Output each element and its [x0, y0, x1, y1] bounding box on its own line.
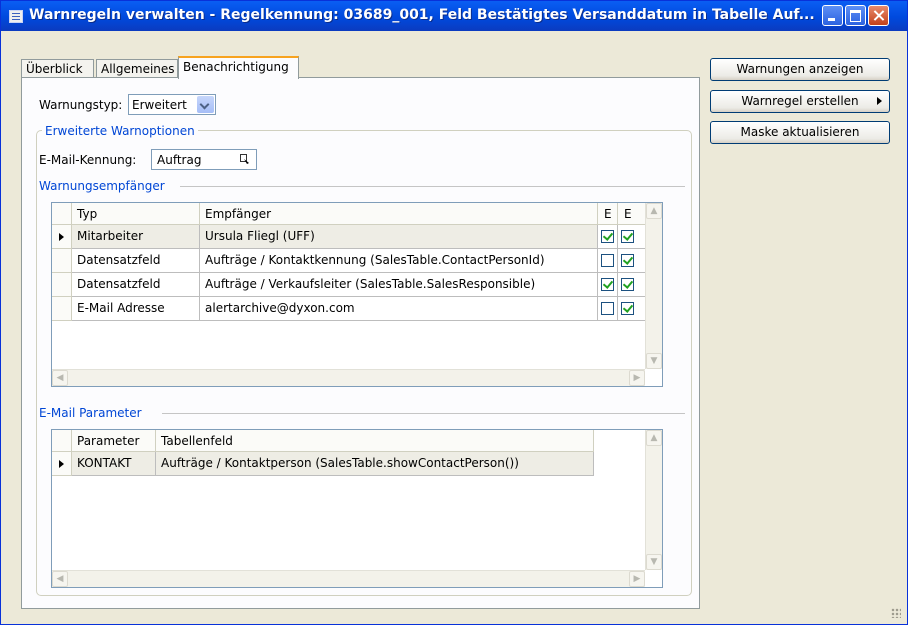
row-header	[52, 452, 72, 476]
warnungsempfaenger-divider	[180, 186, 685, 187]
checkbox-icon[interactable]	[601, 230, 614, 243]
cell-e2	[618, 273, 646, 297]
row-pointer-icon	[59, 233, 64, 241]
row-header	[52, 273, 72, 297]
cell-empfaenger[interactable]: Aufträge / Kontaktkennung (SalesTable.Co…	[200, 249, 598, 273]
resize-grip-icon[interactable]	[891, 608, 901, 618]
scroll-right-icon[interactable]: ▶	[629, 571, 645, 587]
row-header	[52, 297, 72, 321]
scroll-up-icon[interactable]: ▲	[646, 430, 662, 446]
cell-empfaenger[interactable]: Aufträge / Verkaufsleiter (SalesTable.Sa…	[200, 273, 598, 297]
cell-e2	[618, 297, 646, 321]
cell-e1	[598, 249, 618, 273]
recipients-grid[interactable]: Typ Empfänger E E Mitarbeiter Ursula Fli…	[51, 202, 663, 387]
cell-typ[interactable]: Datensatzfeld	[72, 273, 200, 297]
col-header-parameter[interactable]: Parameter	[72, 430, 156, 452]
col-header-e1[interactable]: E	[598, 203, 618, 225]
close-icon[interactable]	[868, 5, 889, 26]
col-header-e2[interactable]: E	[618, 203, 646, 225]
cell-e1	[598, 225, 618, 249]
tab-panel: Warnungstyp: Erweitert Erweiterte Warnop…	[21, 77, 700, 609]
params-vscroll[interactable]: ▲ ▼	[645, 430, 662, 570]
grid-corner	[52, 430, 72, 452]
warnungstyp-combo[interactable]: Erweitert	[128, 94, 216, 115]
warnungstyp-value: Erweitert	[132, 98, 187, 112]
checkbox-icon[interactable]	[601, 302, 614, 315]
email-parameter-title: E-Mail Parameter	[39, 406, 146, 420]
warnregel-erstellen-button[interactable]: Warnregel erstellen	[710, 90, 890, 113]
checkbox-icon[interactable]	[621, 278, 634, 291]
grid-corner	[52, 203, 72, 225]
window-title: Warnregeln verwalten - Regelkennung: 036…	[29, 7, 815, 23]
warnungsempfaenger-title: Warnungsempfänger	[39, 179, 169, 193]
recipients-vscroll[interactable]: ▲ ▼	[645, 203, 662, 369]
cell-typ[interactable]: Mitarbeiter	[72, 225, 200, 249]
cell-parameter[interactable]: KONTAKT	[72, 452, 156, 476]
col-header-empfaenger[interactable]: Empfänger	[200, 203, 598, 225]
maximize-icon[interactable]	[845, 5, 866, 26]
scroll-right-icon[interactable]: ▶	[629, 370, 645, 386]
email-params-grid[interactable]: Parameter Tabellenfeld KONTAKT Aufträge …	[51, 429, 663, 588]
checkbox-icon[interactable]	[621, 254, 634, 267]
erweiterte-warnoptionen-title: Erweiterte Warnoptionen	[42, 124, 198, 138]
row-header	[52, 249, 72, 273]
params-hscroll[interactable]: ◀ ▶	[52, 570, 645, 587]
cell-e1	[598, 273, 618, 297]
checkbox-icon[interactable]	[621, 230, 634, 243]
tab-benachrichtigung[interactable]: Benachrichtigung	[178, 56, 299, 79]
maske-aktualisieren-button[interactable]: Maske aktualisieren	[710, 121, 890, 144]
cell-e1	[598, 297, 618, 321]
warnregel-erstellen-label: Warnregel erstellen	[741, 94, 859, 108]
warnungstyp-label: Warnungstyp:	[39, 98, 123, 112]
checkbox-icon[interactable]	[601, 278, 614, 291]
warnungen-anzeigen-button[interactable]: Warnungen anzeigen	[710, 58, 890, 81]
recipients-hscroll[interactable]: ◀ ▶	[52, 369, 645, 386]
submenu-arrow-icon	[877, 97, 882, 105]
scroll-down-icon[interactable]: ▼	[646, 554, 662, 570]
minimize-icon[interactable]	[822, 5, 843, 26]
cell-e2	[618, 225, 646, 249]
col-header-typ[interactable]: Typ	[72, 203, 200, 225]
email-kennung-value: Auftrag	[157, 153, 202, 167]
lookup-icon[interactable]	[240, 154, 250, 165]
app-icon[interactable]	[9, 10, 23, 23]
scroll-left-icon[interactable]: ◀	[52, 571, 68, 587]
row-pointer-icon	[59, 460, 64, 468]
email-parameter-divider	[162, 413, 685, 414]
col-header-tabellenfeld[interactable]: Tabellenfeld	[156, 430, 594, 452]
title-bar[interactable]: Warnregeln verwalten - Regelkennung: 036…	[1, 1, 907, 31]
main-window: Warnregeln verwalten - Regelkennung: 036…	[0, 0, 908, 625]
cell-empfaenger[interactable]: alertarchive@dyxon.com	[200, 297, 598, 321]
checkbox-icon[interactable]	[601, 254, 614, 267]
checkbox-icon[interactable]	[621, 302, 634, 315]
row-header	[52, 225, 72, 249]
tab-allgemeines[interactable]: Allgemeines	[96, 59, 178, 78]
scroll-up-icon[interactable]: ▲	[646, 203, 662, 219]
tab-ueberblick[interactable]: Überblick	[21, 59, 94, 78]
email-kennung-label: E-Mail-Kennung:	[39, 153, 137, 167]
cell-tabellenfeld[interactable]: Aufträge / Kontaktperson (SalesTable.sho…	[156, 452, 594, 476]
dropdown-arrow-icon[interactable]	[197, 96, 214, 113]
scroll-down-icon[interactable]: ▼	[646, 353, 662, 369]
cell-typ[interactable]: E-Mail Adresse	[72, 297, 200, 321]
cell-e2	[618, 249, 646, 273]
scroll-left-icon[interactable]: ◀	[52, 370, 68, 386]
cell-empfaenger[interactable]: Ursula Fliegl (UFF)	[200, 225, 598, 249]
email-kennung-field[interactable]: Auftrag	[151, 149, 257, 170]
cell-typ[interactable]: Datensatzfeld	[72, 249, 200, 273]
